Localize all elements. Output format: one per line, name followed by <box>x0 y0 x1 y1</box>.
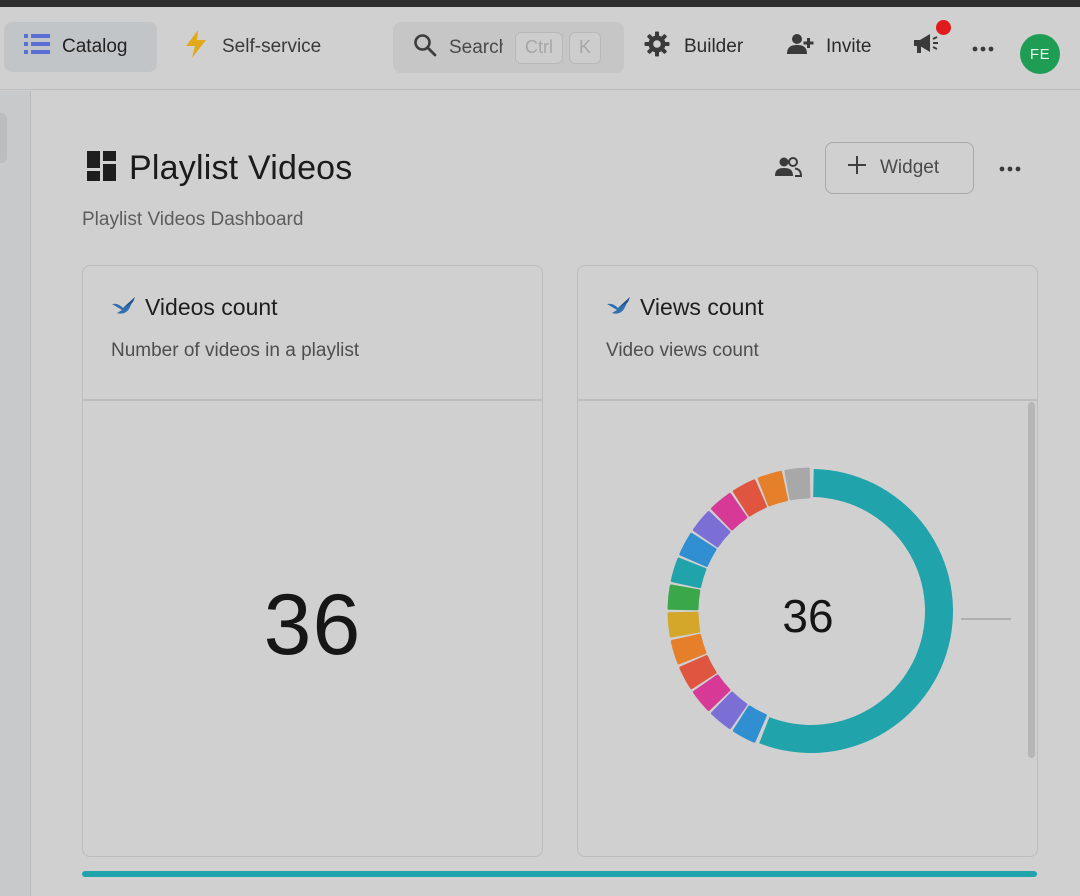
widget-card-header: Videos count Number of videos in a playl… <box>83 266 542 401</box>
search-icon <box>413 33 437 62</box>
nav-builder[interactable]: Builder <box>644 22 743 72</box>
dashboard-more-button[interactable] <box>999 157 1023 181</box>
more-horizontal-icon <box>972 36 994 58</box>
search-input[interactable]: Search Ctrl K <box>393 22 624 73</box>
add-widget-button[interactable]: Widget <box>825 142 974 194</box>
nav-self-service-label: Self-service <box>222 36 322 57</box>
bolt-icon <box>184 30 208 64</box>
nav-catalog[interactable]: Catalog <box>4 22 157 72</box>
next-widget-accent-bar <box>82 871 1037 877</box>
donut-chart: 36 <box>648 461 968 771</box>
widget-description: Number of videos in a playlist <box>111 340 360 361</box>
page-header: Playlist Videos <box>87 149 353 188</box>
nav-catalog-label: Catalog <box>62 36 128 57</box>
list-icon <box>24 33 50 61</box>
page-title: Playlist Videos <box>129 149 353 187</box>
more-horizontal-icon <box>999 166 1021 185</box>
widget-number-value: 36 <box>263 577 362 673</box>
widget-title: Videos count <box>145 294 278 320</box>
nav-more-button[interactable] <box>972 34 994 60</box>
announcements-button[interactable] <box>912 33 940 61</box>
bird-icon <box>111 294 137 321</box>
widget-title-row: Views count <box>606 294 764 321</box>
widget-title: Views count <box>640 294 764 320</box>
nav-invite[interactable]: Invite <box>786 22 871 72</box>
dashboard-icon <box>87 151 117 186</box>
add-widget-label: Widget <box>880 157 940 178</box>
widget-title-row: Videos count <box>111 294 278 321</box>
plus-icon <box>848 156 866 180</box>
top-navbar: Catalog Self-service Search Ctrl K <box>0 7 1080 90</box>
notification-dot <box>936 20 951 35</box>
people-icon <box>774 157 803 183</box>
avatar[interactable]: FE <box>1020 34 1060 74</box>
chart-legend-line <box>961 618 1011 620</box>
megaphone-icon <box>912 31 940 63</box>
widget-scrollbar[interactable] <box>1028 402 1035 758</box>
add-user-icon <box>786 32 814 62</box>
nav-invite-label: Invite <box>826 36 872 57</box>
gear-icon <box>644 31 670 63</box>
widget-card-views-count: Views count Video views count 36 <box>577 265 1038 857</box>
shortcut-k-key: K <box>569 31 601 64</box>
nav-builder-label: Builder <box>684 36 744 57</box>
widget-card-header: Views count Video views count <box>578 266 1037 401</box>
left-sidebar <box>0 91 31 896</box>
widget-card-videos-count: Videos count Number of videos in a playl… <box>82 265 543 857</box>
bird-icon <box>606 294 632 321</box>
shortcut-ctrl-key: Ctrl <box>515 31 563 64</box>
window-top-strip <box>0 0 1080 7</box>
nav-self-service[interactable]: Self-service <box>184 22 321 72</box>
permissions-button[interactable] <box>774 155 803 183</box>
main-content: Playlist Videos Playlist Videos Dashboar… <box>31 91 1080 896</box>
page-subtitle: Playlist Videos Dashboard <box>82 209 304 230</box>
sidebar-collapsed-tab[interactable] <box>0 113 7 163</box>
donut-center-label: 36 <box>782 590 834 642</box>
widget-description: Video views count <box>606 340 759 361</box>
search-placeholder: Search <box>449 36 503 58</box>
